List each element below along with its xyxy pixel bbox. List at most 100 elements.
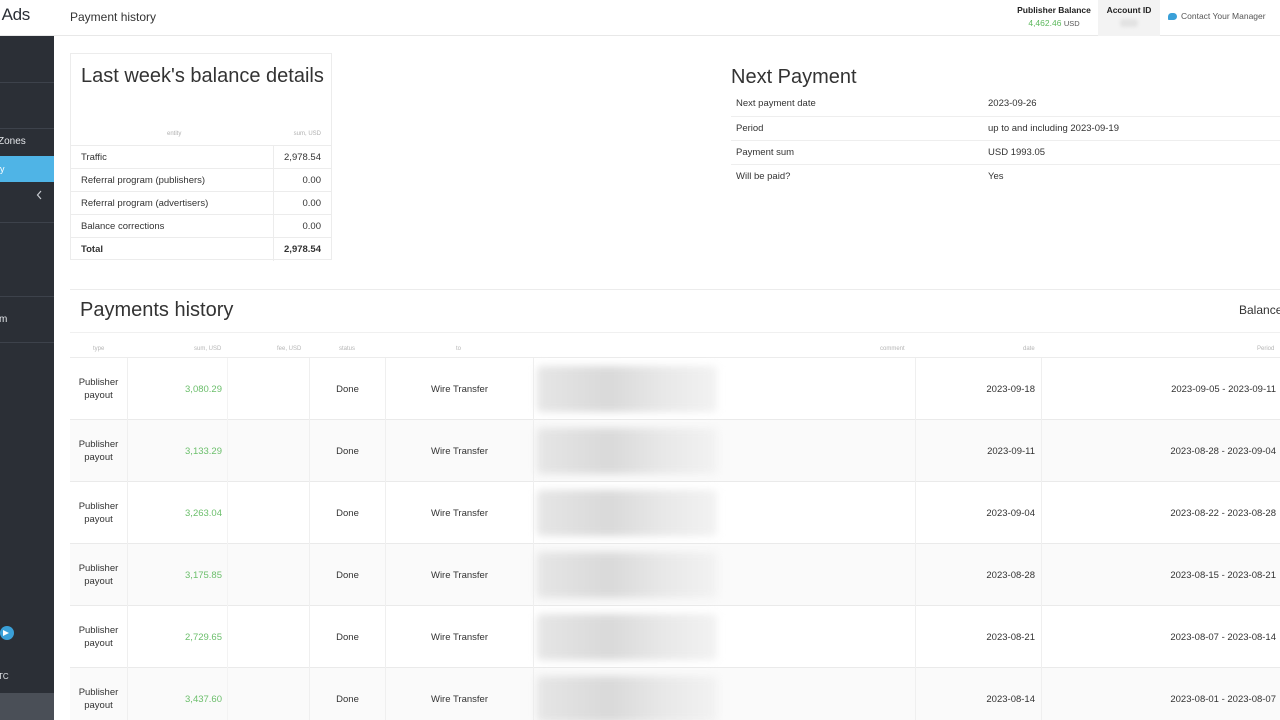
payment-status: Done [310, 668, 386, 720]
row-label: Referral program (advertisers) [71, 191, 274, 215]
table-row: Will be paid? Yes [731, 164, 1280, 188]
payment-sum: 3,437.60 [128, 668, 228, 720]
account-id-value-redacted [1120, 19, 1138, 27]
redacted-details [537, 614, 717, 660]
row-value: 0.00 [273, 214, 331, 238]
payment-period: 2023-08-01 - 2023-08-07 [1170, 693, 1276, 705]
payment-sum: 3,175.85 [128, 544, 228, 606]
sidebar-item-zones[interactable]: Zones [0, 136, 26, 147]
account-id-label: Account ID [1106, 5, 1152, 15]
contact-manager-link[interactable]: Contact Your Manager [1168, 11, 1266, 21]
sidebar-divider [0, 296, 54, 297]
row-value: Yes [988, 170, 1004, 182]
sidebar-item-tc[interactable]: TC [0, 672, 9, 681]
payment-comment [734, 668, 916, 720]
sidebar-divider [0, 82, 54, 83]
payment-fee [228, 544, 310, 606]
balance-details-card: Last week's balance details entity sum, … [70, 53, 332, 261]
table-row: Publisher payout 3,175.85 Done Wire Tran… [70, 544, 1280, 606]
chat-icon [1168, 13, 1177, 20]
row-label: Total [71, 237, 274, 261]
chevron-left-icon[interactable] [36, 190, 43, 200]
payment-period: 2023-08-22 - 2023-08-28 [1170, 507, 1276, 519]
payment-sum: 3,133.29 [128, 420, 228, 482]
table-row: Referral program (publishers) 0.00 [71, 168, 331, 192]
payment-date: 2023-08-14 [916, 668, 1042, 720]
payment-date: 2023-09-04 [916, 482, 1042, 544]
payment-type: Publisher payout [70, 606, 128, 668]
sidebar-item-program[interactable]: m [0, 314, 7, 325]
col-status: status [339, 346, 356, 352]
sidebar-divider [0, 222, 54, 223]
next-payment-title: Next Payment [731, 66, 857, 88]
payment-comment [734, 606, 916, 668]
col-period: Period [1257, 346, 1275, 352]
logo[interactable]: Ads [0, 0, 54, 36]
row-label: Next payment date [731, 92, 988, 117]
redacted-details [537, 428, 717, 474]
sidebar-item-payment-history[interactable]: y [0, 156, 54, 182]
row-label: Payment sum [731, 140, 988, 165]
payment-fee [228, 606, 310, 668]
publisher-balance[interactable]: Publisher Balance 4,462.46 USD [1010, 0, 1098, 36]
payment-date: 2023-09-18 [916, 358, 1042, 420]
table-row: Balance corrections 0.00 [71, 214, 331, 238]
publisher-balance-value: 4,462.46 USD [1028, 18, 1080, 28]
row-value: 2,978.54 [273, 237, 331, 261]
row-value: 2,978.54 [273, 145, 331, 169]
balance-details-table: Traffic 2,978.54 Referral program (publis… [71, 145, 331, 261]
table-row: Referral program (advertisers) 0.00 [71, 191, 331, 215]
account-id[interactable]: Account ID [1098, 0, 1160, 36]
sidebar: Zones y m TC [0, 36, 54, 720]
payment-date: 2023-08-21 [916, 606, 1042, 668]
table-row-total: Total 2,978.54 [71, 237, 331, 261]
col-type: type [93, 346, 105, 352]
table-row: Publisher payout 3,080.29 Done Wire Tran… [70, 358, 1280, 420]
row-value: up to and including 2023-09-19 [988, 116, 1280, 141]
table-row: Publisher payout 2,729.65 Done Wire Tran… [70, 606, 1280, 668]
next-payment-table: Next payment date 2023-09-26 Period up to … [731, 92, 1280, 188]
payment-date: 2023-09-11 [916, 420, 1042, 482]
row-label: Period [731, 116, 988, 141]
payment-comment [734, 358, 916, 420]
payment-status: Done [310, 606, 386, 668]
redacted-details [537, 552, 717, 598]
row-label: Balance corrections [71, 214, 274, 238]
payment-date: 2023-08-28 [916, 544, 1042, 606]
payment-period: 2023-08-15 - 2023-08-21 [1170, 569, 1276, 581]
col-to: to [456, 346, 462, 352]
table-row: Payment sum USD 1993.05 [731, 140, 1280, 165]
balance-details-header: entity sum, USD [71, 131, 331, 143]
table-row: Publisher payout 3,437.60 Done Wire Tran… [70, 668, 1280, 720]
balance-details-title: Last week's balance details [81, 65, 324, 87]
logo-text: Ads [1, 5, 31, 24]
payment-destination: Wire Transfer [386, 482, 534, 544]
payment-comment [734, 482, 916, 544]
payment-status: Done [310, 544, 386, 606]
payment-destination: Wire Transfer [386, 420, 534, 482]
payment-period: 2023-08-28 - 2023-09-04 [1170, 445, 1276, 457]
payment-destination: Wire Transfer [386, 544, 534, 606]
row-value: 2023-09-26 [988, 92, 1280, 117]
payment-fee [228, 358, 310, 420]
page-title: Payment history [70, 10, 157, 24]
row-label: Will be paid? [736, 170, 791, 182]
payment-sum: 3,080.29 [128, 358, 228, 420]
payment-status: Done [310, 358, 386, 420]
table-row: Next payment date 2023-09-26 [731, 92, 1280, 117]
col-sum: sum, USD [194, 346, 222, 352]
col-entity: entity [167, 131, 182, 137]
payment-type: Publisher payout [70, 668, 128, 720]
redacted-details [537, 366, 717, 412]
publisher-balance-label: Publisher Balance [1017, 5, 1091, 15]
sidebar-divider [0, 128, 54, 129]
payment-type: Publisher payout [70, 420, 128, 482]
telegram-icon[interactable] [0, 626, 14, 640]
col-date: date [1023, 346, 1035, 352]
top-header: Ads Payment history Publisher Balance 4,… [0, 0, 1280, 36]
sidebar-divider [0, 342, 54, 343]
table-row: Traffic 2,978.54 [71, 145, 331, 169]
payment-period: 2023-08-07 - 2023-08-14 [1170, 631, 1276, 643]
redacted-details [537, 676, 717, 720]
balance-tab[interactable]: Balance [1239, 303, 1280, 317]
